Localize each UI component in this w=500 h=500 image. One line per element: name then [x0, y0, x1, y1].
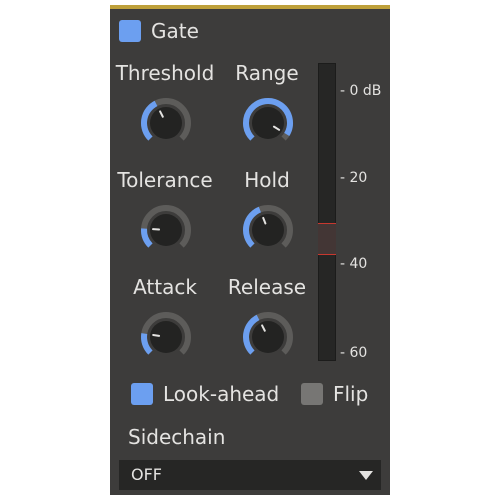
- release-knob[interactable]: [242, 311, 294, 363]
- threshold-label: Threshold: [115, 61, 215, 85]
- tolerance-knob[interactable]: [140, 204, 192, 256]
- sidechain-value: OFF: [131, 465, 162, 484]
- release-knob-body: [252, 321, 284, 353]
- range-knob[interactable]: [242, 97, 294, 149]
- hold-knob-body: [252, 214, 284, 246]
- meter-tick-60: - 60: [340, 345, 368, 361]
- tolerance-label: Tolerance: [117, 168, 213, 192]
- range-label: Range: [235, 61, 299, 85]
- gate-enable-checkbox[interactable]: [119, 20, 141, 42]
- hold-label: Hold: [244, 168, 290, 192]
- meter-tick-40: - 40: [340, 256, 368, 272]
- lookahead-option[interactable]: Look-ahead: [131, 382, 279, 406]
- gate-panel: Gate Threshold Range Tolerance Hold Atta…: [110, 5, 390, 495]
- threshold-knob-body: [150, 107, 182, 139]
- meter-tick-20: - 20: [340, 170, 368, 186]
- lookahead-label: Look-ahead: [163, 382, 280, 406]
- attack-knob-body: [150, 321, 182, 353]
- threshold-marker[interactable]: [318, 223, 336, 255]
- level-meter: [318, 63, 336, 361]
- gate-header: Gate: [119, 19, 199, 43]
- flip-checkbox[interactable]: [301, 383, 323, 405]
- attack-label: Attack: [133, 275, 197, 299]
- range-knob-body: [252, 107, 284, 139]
- attack-knob-indicator: [152, 333, 161, 337]
- attack-knob[interactable]: [140, 311, 192, 363]
- flip-option[interactable]: Flip: [301, 382, 368, 406]
- sidechain-dropdown[interactable]: OFF: [119, 460, 381, 490]
- hold-knob[interactable]: [242, 204, 294, 256]
- release-label: Release: [227, 275, 307, 299]
- meter-tick-0db: - 0 dB: [340, 83, 382, 99]
- attack-knob-value-arc: [141, 333, 153, 355]
- lookahead-checkbox[interactable]: [131, 383, 153, 405]
- chevron-down-icon: [359, 471, 373, 480]
- threshold-knob[interactable]: [140, 97, 192, 149]
- sidechain-label: Sidechain: [128, 425, 226, 449]
- tolerance-knob-value-arc: [141, 228, 153, 248]
- flip-label: Flip: [333, 382, 369, 406]
- gate-title: Gate: [151, 19, 199, 43]
